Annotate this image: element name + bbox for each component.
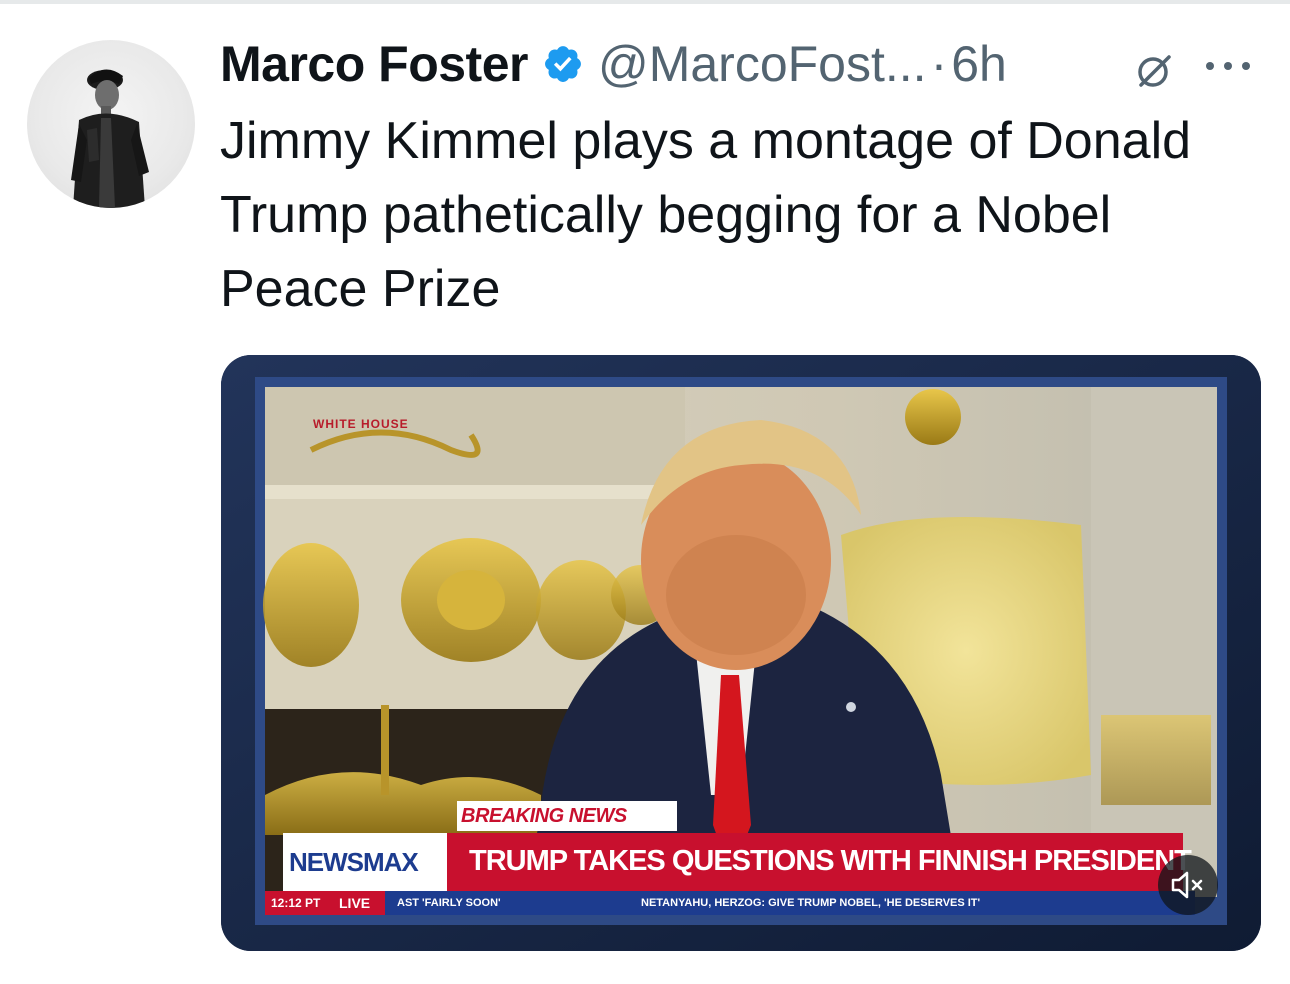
volume-mute-icon bbox=[1171, 871, 1203, 899]
avatar[interactable] bbox=[27, 40, 195, 208]
video-player[interactable]: WHITE HOUSE BREAKING NEWS NEWSMAX TRUMP … bbox=[221, 355, 1261, 951]
top-divider bbox=[0, 0, 1290, 4]
timestamp[interactable]: 6h bbox=[951, 35, 1007, 93]
channel-logo: NEWSMAX bbox=[289, 847, 419, 877]
separator-dot: · bbox=[930, 36, 948, 92]
display-name[interactable]: Marco Foster bbox=[220, 35, 528, 93]
breaking-news-label: BREAKING NEWS bbox=[461, 805, 627, 827]
grok-icon[interactable] bbox=[1135, 52, 1173, 90]
handle[interactable]: @MarcoFost... bbox=[598, 35, 927, 93]
ticker-item: NETANYAHU, HERZOG: GIVE TRUMP NOBEL, 'HE… bbox=[641, 897, 981, 909]
tweet-text: Jimmy Kimmel plays a montage of Donald T… bbox=[220, 112, 1192, 318]
avatar-photo bbox=[71, 69, 149, 208]
ticker-live: LIVE bbox=[339, 895, 371, 911]
headline-text: TRUMP TAKES QUESTIONS WITH FINNISH PRESI… bbox=[469, 845, 1192, 877]
tweet-header: Marco Foster @MarcoFost... · 6h bbox=[220, 32, 1007, 96]
ticker-time: 12:12 PT bbox=[271, 896, 321, 910]
verified-badge-icon bbox=[545, 46, 581, 82]
more-icon[interactable] bbox=[1200, 52, 1260, 80]
white-house-tag: WHITE HOUSE bbox=[313, 417, 409, 431]
ticker-item: AST 'FAIRLY SOON' bbox=[397, 897, 501, 909]
mute-button[interactable] bbox=[1158, 855, 1218, 915]
